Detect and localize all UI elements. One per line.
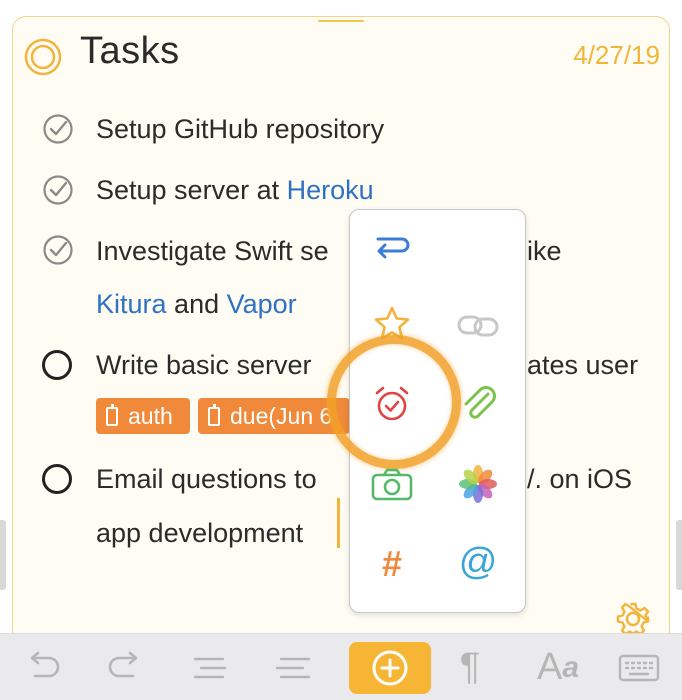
unchecked-checkbox[interactable] xyxy=(42,464,72,494)
checked-checkbox-icon[interactable] xyxy=(42,113,74,145)
note-title[interactable]: Tasks xyxy=(80,30,180,73)
tag-auth[interactable]: auth xyxy=(96,398,190,434)
note-date: 4/27/19 xyxy=(573,40,660,70)
task-5-text-tail[interactable]: /. on iOS xyxy=(527,452,632,506)
task-5-line-2[interactable]: app development xyxy=(96,506,303,560)
right-edge-tab xyxy=(676,520,682,590)
checked-checkbox-icon[interactable] xyxy=(42,234,74,266)
text-format-icon[interactable]: Aa xyxy=(528,634,588,700)
checked-checkbox-icon[interactable] xyxy=(42,174,74,206)
heroku-link[interactable]: Heroku xyxy=(287,175,374,205)
unchecked-checkbox[interactable] xyxy=(42,350,72,380)
add-button[interactable] xyxy=(349,642,431,694)
link-icon[interactable] xyxy=(456,304,500,348)
task-3-line-2[interactable]: Kitura and Vapor xyxy=(96,277,297,331)
task-1-text[interactable]: Setup GitHub repository xyxy=(96,102,384,156)
indent-icon[interactable] xyxy=(268,634,318,700)
photos-flower-icon[interactable] xyxy=(456,462,500,506)
hashtag-icon[interactable]: # xyxy=(370,542,414,586)
redo-icon[interactable] xyxy=(100,634,150,700)
paragraph-icon[interactable]: ¶ xyxy=(448,634,492,700)
note-circle-icon xyxy=(24,38,62,76)
text-cursor xyxy=(337,498,340,548)
outdent-icon[interactable] xyxy=(186,634,236,700)
task-3-text-tail[interactable]: ike xyxy=(527,224,562,278)
camera-icon[interactable] xyxy=(370,462,414,506)
return-arrow-icon[interactable] xyxy=(370,226,414,270)
undo-icon[interactable] xyxy=(18,634,68,700)
tag-icon xyxy=(106,404,118,426)
at-sign-icon[interactable]: @ xyxy=(456,540,500,584)
left-edge-tab xyxy=(0,520,6,590)
kitura-link[interactable]: Kitura xyxy=(96,289,167,319)
task-2-text[interactable]: Setup server at Heroku xyxy=(96,163,374,217)
keyboard-icon[interactable] xyxy=(614,634,664,700)
task-4-text[interactable]: Write basic server xyxy=(96,338,312,392)
alarm-clock-icon[interactable] xyxy=(370,382,414,426)
task-4-text-tail[interactable]: ates user xyxy=(527,338,638,392)
drag-handle[interactable] xyxy=(318,20,364,22)
vapor-link[interactable]: Vapor xyxy=(227,289,297,319)
bottom-toolbar: ¶ Aa xyxy=(0,633,682,700)
paperclip-icon[interactable] xyxy=(456,382,500,426)
task-5-text[interactable]: Email questions to xyxy=(96,452,317,506)
tag-icon xyxy=(208,404,220,426)
task-3-text[interactable]: Investigate Swift se xyxy=(96,224,329,278)
plus-circle-icon xyxy=(372,650,408,686)
